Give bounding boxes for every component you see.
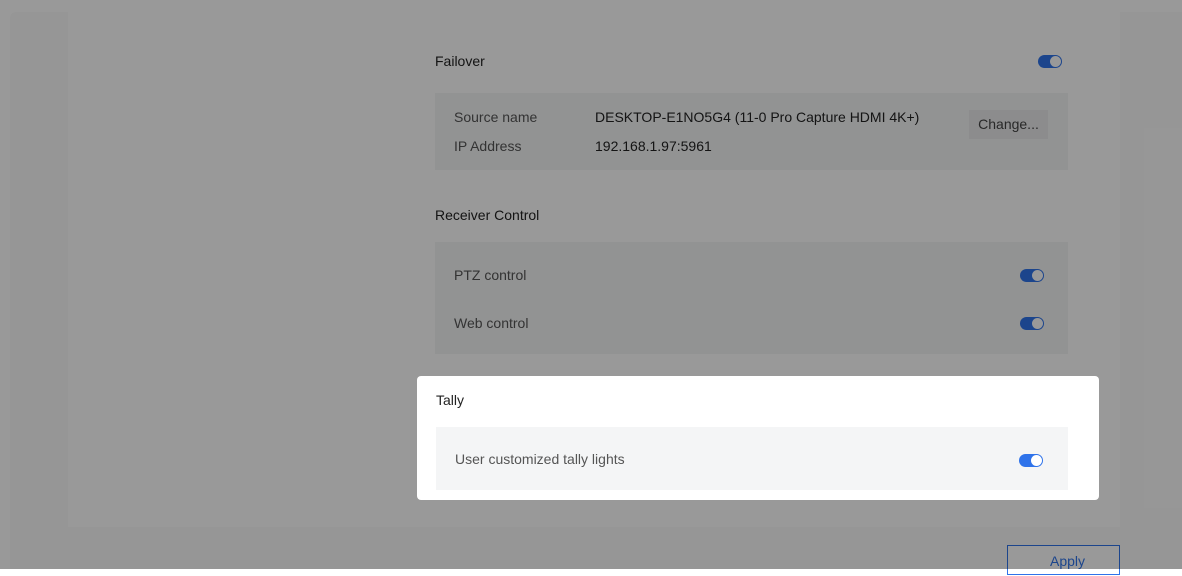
tally-row: User customized tally lights xyxy=(436,427,1068,490)
toggle-knob xyxy=(1032,270,1043,281)
apply-button[interactable]: Apply xyxy=(1007,545,1120,575)
failover-title: Failover xyxy=(435,53,485,69)
source-name-value: DESKTOP-E1NO5G4 (11-0 Pro Capture HDMI 4… xyxy=(595,109,920,125)
tally-section: Tally User customized tally lights xyxy=(417,376,1099,500)
tally-lights-toggle[interactable] xyxy=(1019,454,1043,467)
tally-lights-label: User customized tally lights xyxy=(455,451,625,467)
change-source-button[interactable]: Change... xyxy=(969,110,1048,139)
receiver-control-box: PTZ control Web control xyxy=(435,242,1068,354)
failover-toggle[interactable] xyxy=(1038,55,1062,68)
receiver-control-title: Receiver Control xyxy=(435,207,540,223)
ptz-control-label: PTZ control xyxy=(454,267,527,283)
tally-title: Tally xyxy=(436,392,465,408)
toggle-knob xyxy=(1031,455,1042,466)
ip-address-label: IP Address xyxy=(454,138,522,154)
toggle-knob xyxy=(1032,318,1043,329)
web-control-label: Web control xyxy=(454,315,529,331)
ip-address-value: 192.168.1.97:5961 xyxy=(595,138,712,154)
source-name-label: Source name xyxy=(454,109,538,125)
ptz-control-toggle[interactable] xyxy=(1020,269,1044,282)
toggle-knob xyxy=(1050,56,1061,67)
web-control-toggle[interactable] xyxy=(1020,317,1044,330)
